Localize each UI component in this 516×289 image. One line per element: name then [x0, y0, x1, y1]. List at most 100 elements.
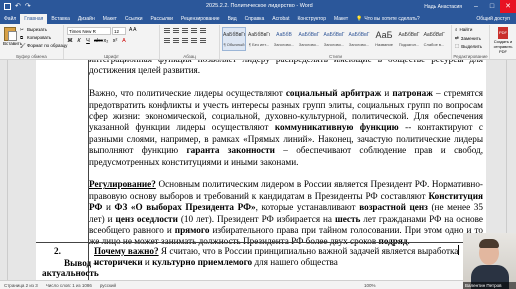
cut-button[interactable]: ✂ Вырезать: [20, 27, 47, 32]
font-color-button[interactable]: A: [121, 38, 127, 44]
superscript-button[interactable]: x²: [112, 38, 118, 44]
font-group-label: Шрифт: [104, 54, 119, 59]
save-icon[interactable]: [4, 3, 11, 10]
copy-button[interactable]: ⧉ Копировать: [20, 35, 51, 40]
tab-review[interactable]: Рецензирование: [177, 14, 224, 24]
word-count[interactable]: Число слов: 1 из 1086: [46, 283, 92, 288]
tab-table-design[interactable]: Конструктор: [293, 14, 330, 24]
tab-help[interactable]: Справка: [241, 14, 269, 24]
find-button[interactable]: ⌕ Найти: [455, 27, 472, 32]
tab-references[interactable]: Ссылки: [121, 14, 147, 24]
clipboard-group-label: Буфер обмена: [16, 54, 47, 59]
style-sample: АаБбВвГ: [298, 32, 320, 38]
underline-button[interactable]: Ч: [85, 38, 91, 44]
bullets-icon[interactable]: [164, 28, 170, 33]
numbering-icon[interactable]: [173, 28, 179, 33]
tab-file[interactable]: Файл: [0, 14, 20, 24]
close-button[interactable]: ✕: [500, 0, 516, 13]
style-name: Слабое в...: [423, 42, 445, 47]
paste-button[interactable]: Вставить: [3, 27, 23, 49]
replace-button[interactable]: ⇄ Заменить: [455, 35, 481, 41]
redo-icon[interactable]: ↷: [25, 3, 31, 10]
page-count[interactable]: Страница 2 из 3: [4, 283, 38, 288]
conclusion-cell[interactable]: Почему важно? Я считаю, что в России при…: [94, 246, 482, 269]
subscript-button[interactable]: x₂: [103, 38, 109, 44]
style-heading-4[interactable]: АаБбВвГ Заголово...: [347, 27, 371, 51]
style-sample: АаБбВвГ: [423, 32, 445, 38]
style-normal[interactable]: АаБбВвГг ¶ Обычный: [222, 27, 246, 51]
italic-button[interactable]: К: [76, 38, 82, 44]
style-heading-3[interactable]: АаБбВвГ Заголово...: [322, 27, 346, 51]
style-name: Заголово...: [273, 42, 295, 47]
style-heading-2[interactable]: АаБбВвГ Заголово...: [297, 27, 321, 51]
bold-term: ценз оседлости: [115, 213, 178, 224]
style-name: ¶ Обычный: [223, 42, 245, 47]
tab-layout[interactable]: Макет: [99, 14, 121, 24]
justify-icon[interactable]: [191, 38, 197, 43]
paragraph-intro: интеграционная функция позволяет лидеру …: [89, 60, 483, 77]
text-run: , которые устанавливают: [255, 202, 360, 213]
font-grow-shrink[interactable]: A A: [129, 27, 137, 33]
style-heading-1[interactable]: АаБбВ Заголово...: [272, 27, 296, 51]
tell-me-search[interactable]: 💡 Что вы хотите сделать?: [352, 14, 424, 24]
webcam-overlay: Валентин Петров: [463, 233, 516, 289]
font-group: Times New R 12 A A Ж К Ч abc x₂ x² A Шри…: [64, 25, 160, 59]
format-buttons: Ж К Ч abc x₂ x² A: [67, 38, 127, 44]
bold-term: возрастной ценз: [359, 202, 428, 213]
tab-table-layout[interactable]: Макет: [330, 14, 352, 24]
style-no-spacing[interactable]: АаБбВвГг ¶ Без инт...: [247, 27, 271, 51]
tab-home[interactable]: Главная: [20, 14, 48, 24]
clipboard-group: Вставить ✂ Вырезать ⧉ Копировать 🖌 Форма…: [0, 25, 67, 59]
select-button[interactable]: ⬚ Выделить: [455, 43, 482, 49]
language[interactable]: русский: [100, 283, 116, 288]
document-page[interactable]: интеграционная функция позволяет лидеру …: [36, 60, 486, 280]
share-button[interactable]: Общий доступ: [472, 14, 516, 24]
line-spacing-icon[interactable]: [200, 38, 206, 43]
undo-icon[interactable]: ↶: [15, 3, 21, 10]
font-size-select[interactable]: 12: [112, 27, 126, 35]
bold-term: гаранта законности: [186, 145, 275, 156]
tab-acrobat[interactable]: Acrobat: [268, 14, 293, 24]
row-heading: Вывод – актуальность: [42, 258, 99, 278]
table-cell-content[interactable]: интеграционная функция позволяет лидеру …: [89, 60, 483, 259]
bold-button[interactable]: Ж: [67, 38, 73, 44]
paragraph-regulation: Регулирование? Основным политическим лид…: [89, 179, 483, 247]
style-title[interactable]: АаБ Название: [372, 27, 396, 51]
style-name: Заголово...: [323, 42, 345, 47]
style-subtitle[interactable]: АаБбВвГ Подзагол...: [397, 27, 421, 51]
style-name: Заголово...: [348, 42, 370, 47]
paste-label: Вставить: [3, 41, 23, 46]
decrease-indent-icon[interactable]: [191, 28, 197, 33]
maximize-button[interactable]: □: [484, 0, 500, 13]
increase-indent-icon[interactable]: [200, 28, 206, 33]
style-sample: АаБбВвГг: [223, 32, 245, 38]
tab-view[interactable]: Вид: [224, 14, 241, 24]
bold-term: шесть: [334, 213, 361, 224]
bold-term: ФЗ «О выборах Президента РФ»: [114, 202, 256, 213]
paragraph-group: Абзац: [160, 25, 220, 59]
strikethrough-button[interactable]: abc: [94, 38, 103, 44]
style-subtle-emphasis[interactable]: АаБбВвГ Слабое в...: [422, 27, 446, 51]
document-workspace[interactable]: интеграционная функция позволяет лидеру …: [0, 60, 516, 280]
presenter-hair: [479, 239, 499, 248]
user-name[interactable]: Надь Анастасия: [424, 4, 462, 10]
align-right-icon[interactable]: [182, 38, 188, 43]
zoom-level[interactable]: 100%: [364, 283, 376, 288]
style-sample: АаБбВ: [276, 32, 292, 38]
multilevel-list-icon[interactable]: [182, 28, 188, 33]
underlined-heading: Почему важно?: [94, 246, 159, 256]
pdf-icon: PDF: [498, 27, 508, 39]
minimize-button[interactable]: –: [468, 0, 484, 13]
align-left-icon[interactable]: [164, 38, 170, 43]
format-painter-label: Формат по образцу: [27, 43, 68, 48]
row-number: 2.: [54, 246, 61, 256]
tab-mailings[interactable]: Рассылки: [147, 14, 177, 24]
tab-insert[interactable]: Вставка: [47, 14, 74, 24]
window-title: 2025.2.2. Политическое лидерство - Word: [206, 3, 313, 9]
font-name-select[interactable]: Times New R: [67, 27, 111, 35]
acrobat-group[interactable]: PDF Создать и отправить PDF: [490, 25, 516, 59]
tab-design[interactable]: Дизайн: [74, 14, 99, 24]
align-center-icon[interactable]: [173, 38, 179, 43]
bold-term: прямого: [174, 225, 210, 236]
format-painter-button[interactable]: 🖌 Формат по образцу: [20, 43, 67, 48]
